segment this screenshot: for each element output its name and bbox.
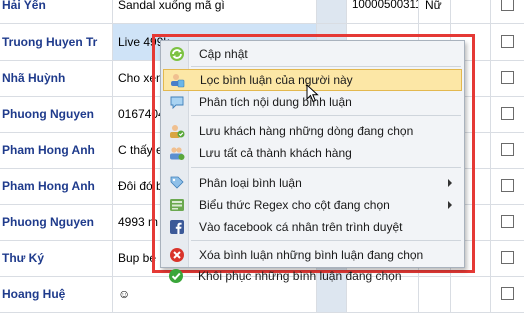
menu-item-label: Vào facebook cá nhân trên trình duyệt (199, 220, 403, 234)
name-cell[interactable]: Pham Hong Anh (0, 168, 113, 204)
action-cell[interactable] (317, 0, 347, 23)
name-cell[interactable]: Truong Huyen Tr (0, 24, 113, 60)
name-cell[interactable]: Hoang Huệ (0, 276, 113, 312)
menu-item-label: Biểu thức Regex cho cột đang chọn (199, 198, 390, 212)
checkbox-cell[interactable] (491, 0, 524, 23)
name-cell[interactable]: Hải Yến (0, 0, 113, 23)
menu-separator (191, 167, 461, 168)
menu-item-classify-comments[interactable]: Phân loại bình luận (163, 172, 462, 194)
menu-item-label: Xóa bình luận những bình luận đang chọn (199, 248, 424, 262)
refresh-icon (170, 47, 184, 61)
user-filter-icon (171, 74, 185, 88)
menu-item-label: Phân loại bình luận (199, 176, 302, 190)
regex-icon (170, 199, 184, 211)
menu-item-label: Phân tích nội dung bình luận (199, 95, 352, 109)
checkbox-cell[interactable] (491, 132, 524, 168)
row-checkbox[interactable] (501, 251, 514, 264)
row-checkbox[interactable] (501, 0, 514, 11)
checkbox-cell[interactable] (491, 276, 524, 312)
row-checkbox[interactable] (501, 179, 514, 192)
name-cell[interactable]: Thư Ký (0, 240, 113, 276)
name-cell[interactable]: Phuong Nguyen (0, 204, 113, 240)
menu-item-label: Lưu tất cả thành khách hàng (199, 146, 352, 160)
menu-item-label: Lọc bình luận của người này (200, 73, 353, 87)
row-checkbox[interactable] (501, 35, 514, 48)
menu-separator (191, 115, 461, 116)
name-cell[interactable]: Nhã Huỳnh (0, 60, 113, 96)
table-row[interactable]: Hải Yến Sandal xuống mã gì 100005003116 … (0, 0, 524, 24)
row-checkbox[interactable] (501, 287, 514, 300)
delete-icon (170, 248, 184, 262)
comment-cell[interactable]: Sandal xuống mã gì (113, 0, 317, 23)
row-checkbox[interactable] (501, 215, 514, 228)
menu-item-delete-comments[interactable]: Xóa bình luận những bình luận đang chọn (163, 244, 462, 266)
row-checkbox[interactable] (501, 143, 514, 156)
menu-item-update[interactable]: Cập nhật (163, 43, 462, 65)
row-checkbox[interactable] (501, 71, 514, 84)
submenu-arrow-icon (448, 201, 452, 209)
checkbox-cell[interactable] (491, 60, 524, 96)
menu-separator (191, 66, 461, 67)
name-cell[interactable]: Pham Hong Anh (0, 132, 113, 168)
menu-item-save-all-customers[interactable]: Lưu tất cả thành khách hàng (163, 142, 462, 164)
checkbox-cell[interactable] (491, 240, 524, 276)
id-cell[interactable]: 100005003116 (347, 0, 419, 23)
menu-item-label: Lưu khách hàng những dòng đang chọn (199, 124, 414, 138)
speech-bubble-icon (170, 96, 184, 110)
users-save-icon (170, 147, 185, 160)
checkbox-cell[interactable] (491, 24, 524, 60)
menu-item-open-facebook-profile[interactable]: Vào facebook cá nhân trên trình duyệt (163, 216, 462, 238)
row-checkbox[interactable] (501, 107, 514, 120)
restore-icon (169, 269, 183, 283)
empty-cell (451, 0, 491, 23)
checkbox-cell[interactable] (491, 168, 524, 204)
sex-cell[interactable]: Nữ (419, 0, 451, 23)
context-menu: Cập nhật Lọc bình luận của người này Phâ… (160, 40, 465, 268)
menu-item-label: Khôi phục những bình luận đang chọn (198, 269, 402, 283)
mouse-cursor-icon (306, 84, 319, 103)
menu-item-label: Cập nhật (199, 47, 248, 61)
checkbox-cell[interactable] (491, 204, 524, 240)
checkbox-cell[interactable] (491, 96, 524, 132)
submenu-arrow-icon (448, 179, 452, 187)
tag-icon (170, 176, 184, 189)
menu-item-regex-column[interactable]: Biểu thức Regex cho cột đang chọn (163, 194, 462, 216)
menu-item-save-selected-customers[interactable]: Lưu khách hàng những dòng đang chọn (163, 120, 462, 142)
menu-separator (191, 240, 461, 241)
menu-item-restore-comments[interactable]: Khôi phục những bình luận đang chọn (162, 265, 461, 287)
user-save-icon (170, 125, 185, 138)
name-cell[interactable]: Phuong Nguyen (0, 96, 113, 132)
facebook-icon (170, 220, 184, 234)
